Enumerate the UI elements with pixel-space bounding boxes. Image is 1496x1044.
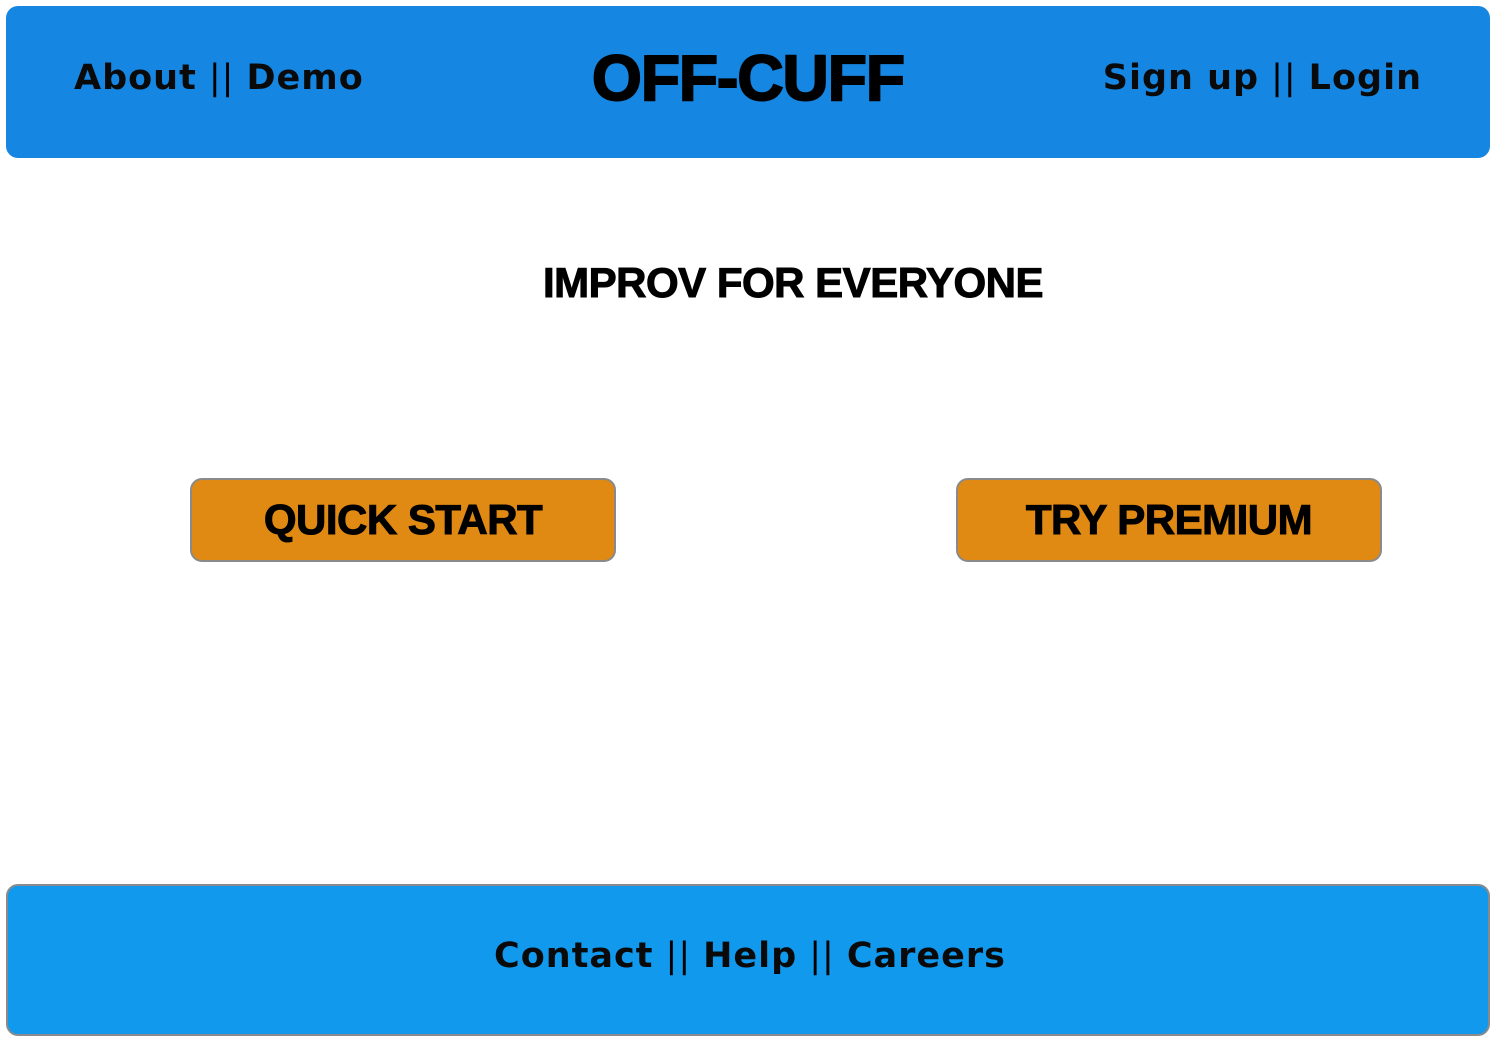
nav-about-link[interactable]: About — [74, 58, 197, 98]
nav-demo-link[interactable]: Demo — [246, 58, 363, 98]
nav-right: Sign up || Login — [1103, 58, 1422, 98]
footer-links: Contact || Help || Careers — [64, 936, 1436, 976]
footer-separator: || — [665, 936, 692, 976]
quick-start-button[interactable]: QUICK START — [190, 478, 616, 562]
nav-left: About || Demo — [74, 58, 364, 98]
nav-separator: || — [1271, 58, 1297, 98]
nav-login-link[interactable]: Login — [1309, 58, 1422, 98]
nav-separator: || — [208, 58, 235, 98]
try-premium-button[interactable]: TRY PREMIUM — [956, 478, 1382, 562]
site-header: About || Demo OFF-CUFF Sign up || Login — [6, 6, 1490, 158]
footer-separator: || — [809, 936, 835, 976]
site-footer: Contact || Help || Careers — [6, 884, 1490, 1036]
footer-help-link[interactable]: Help — [703, 936, 797, 976]
page-tagline: IMPROV FOR EVERYONE — [542, 259, 1044, 307]
nav-signup-link[interactable]: Sign up — [1103, 58, 1259, 98]
brand-logo[interactable]: OFF-CUFF — [591, 40, 906, 116]
footer-careers-link[interactable]: Careers — [847, 936, 1006, 976]
footer-contact-link[interactable]: Contact — [494, 936, 653, 976]
